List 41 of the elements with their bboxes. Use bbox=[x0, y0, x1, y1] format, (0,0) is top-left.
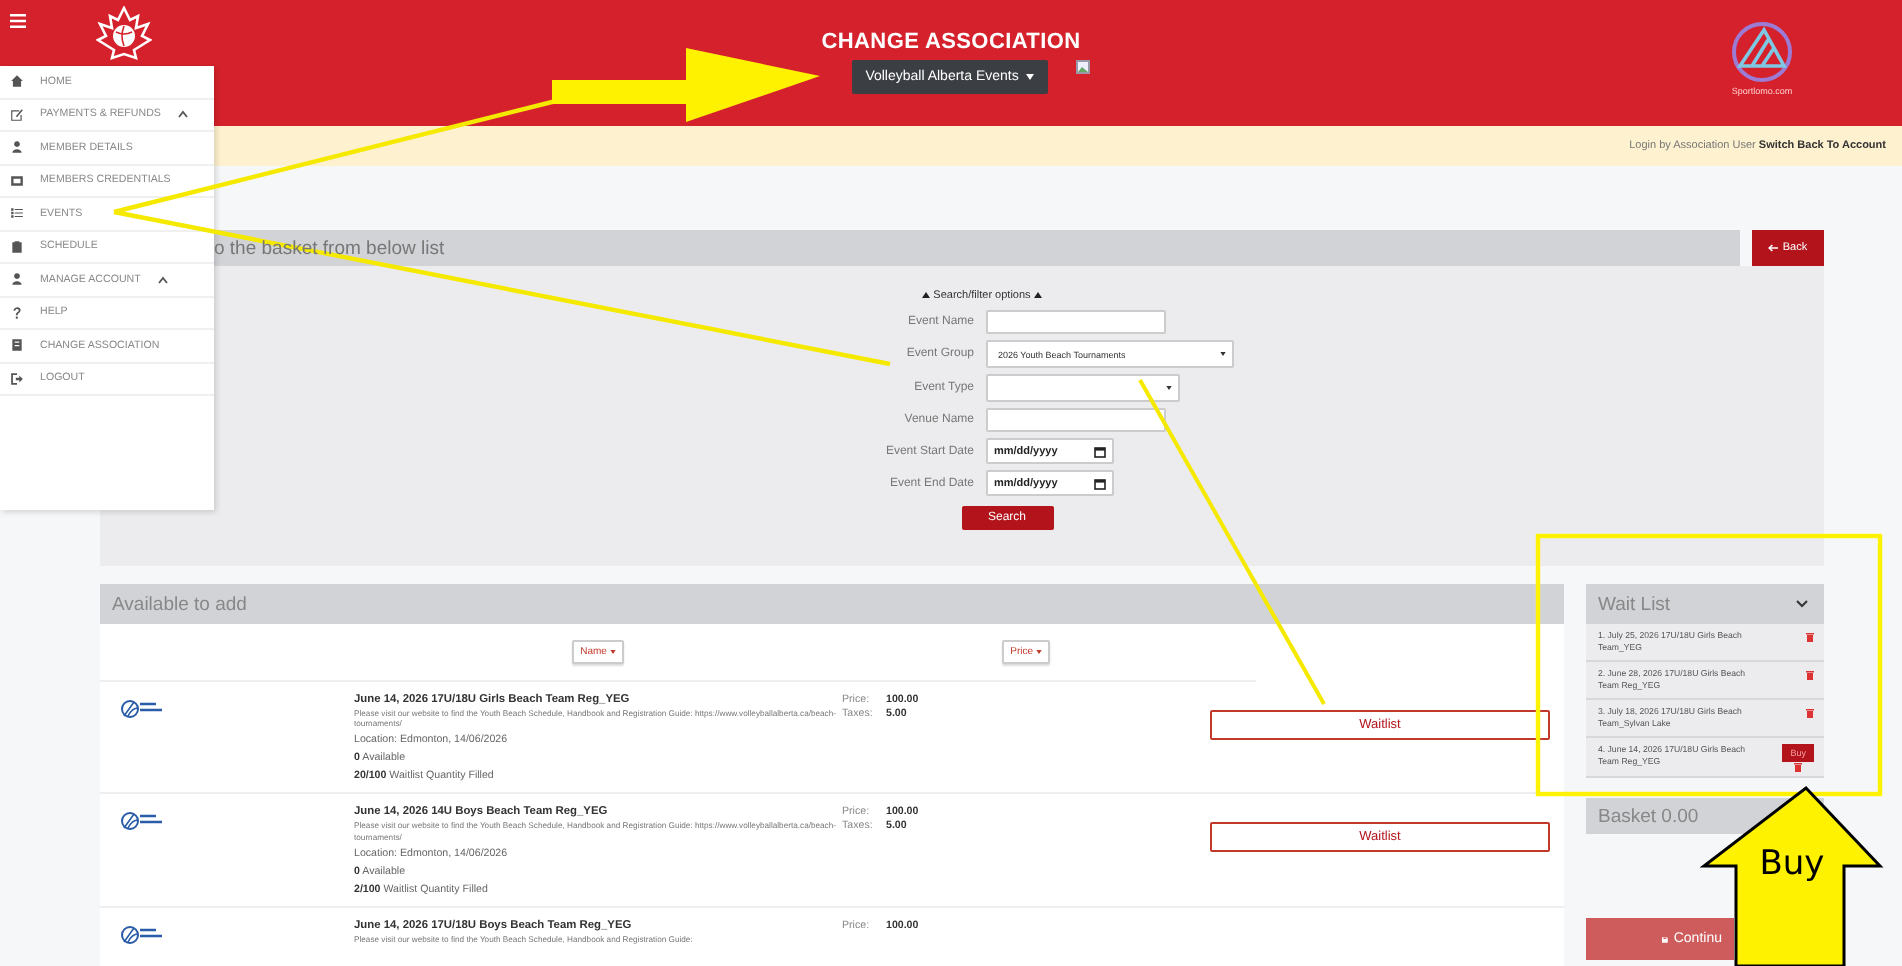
list-icon bbox=[10, 206, 24, 221]
caret-up-icon bbox=[1033, 292, 1042, 298]
caret-up-icon bbox=[922, 292, 931, 298]
caret-down-icon bbox=[1220, 352, 1226, 356]
panel-title: Available to add bbox=[112, 593, 247, 615]
user-icon bbox=[10, 140, 24, 155]
building-icon bbox=[10, 338, 24, 353]
clipboard-icon bbox=[10, 239, 24, 254]
caret-down-icon bbox=[1035, 650, 1042, 654]
basket-total: Basket 0.00 bbox=[1598, 805, 1699, 827]
leaf-ball-logo-icon bbox=[96, 6, 152, 66]
trash-icon[interactable] bbox=[1806, 708, 1814, 718]
volleyball-logo-icon bbox=[120, 698, 164, 720]
volleyball-logo-icon bbox=[120, 810, 164, 833]
user-icon bbox=[10, 272, 24, 287]
page-title: CHANGE ASSOCIATION bbox=[821, 30, 1081, 54]
volleyball-logo-icon bbox=[120, 923, 164, 946]
id-card-icon bbox=[10, 173, 24, 188]
menu-icon[interactable] bbox=[10, 14, 26, 28]
text-field[interactable] bbox=[986, 408, 1166, 432]
broken-image-icon bbox=[1076, 60, 1091, 74]
caret-down-icon bbox=[1166, 386, 1172, 390]
select-field[interactable] bbox=[986, 374, 1180, 402]
home-icon bbox=[10, 74, 24, 89]
trash-icon[interactable] bbox=[1806, 632, 1814, 642]
caret-down-icon bbox=[609, 650, 616, 654]
chevron-down-icon[interactable] bbox=[1796, 600, 1808, 608]
caret-down-icon bbox=[1026, 73, 1035, 80]
trash-icon[interactable] bbox=[1806, 670, 1814, 680]
save-icon bbox=[1662, 933, 1668, 945]
wait-list-title: Wait List bbox=[1598, 593, 1671, 615]
text-field[interactable] bbox=[986, 310, 1166, 334]
logout-icon bbox=[10, 371, 24, 386]
triangle-circle-logo-icon bbox=[1730, 20, 1794, 84]
trash-icon[interactable] bbox=[1794, 762, 1803, 772]
calendar-icon bbox=[1094, 477, 1106, 489]
calendar-icon bbox=[1094, 445, 1106, 457]
help-icon bbox=[10, 305, 24, 320]
arrow-left-icon bbox=[1768, 244, 1779, 252]
buy-callout-label: Buy bbox=[1759, 844, 1825, 884]
edit-icon bbox=[10, 107, 24, 122]
